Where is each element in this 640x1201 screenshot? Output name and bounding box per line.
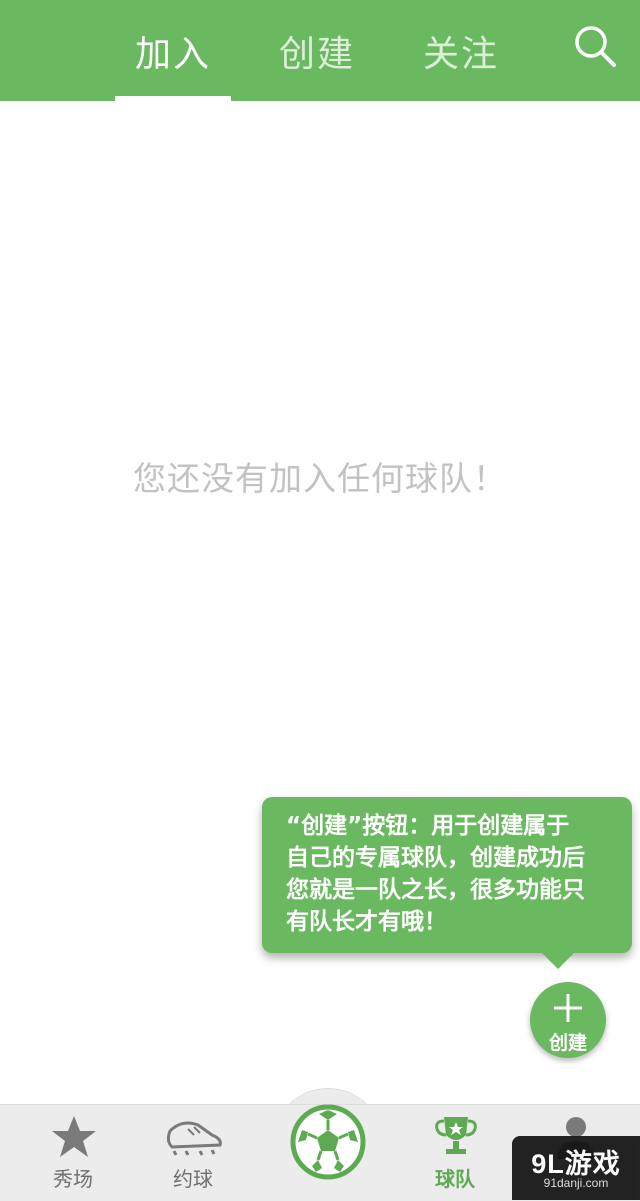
tooltip-line: “创建”按钮：用于创建属于 <box>286 813 570 839</box>
watermark-url: 91danji.com <box>543 1176 609 1190</box>
football-boot-icon <box>166 1121 222 1156</box>
tooltip-line: 您就是一队之长，很多功能只 <box>286 877 585 903</box>
watermark-logo: 9L游戏 91danji.com <box>512 1136 640 1200</box>
top-tab-bar: 加入 创建 关注 <box>0 0 640 101</box>
tooltip-pointer <box>542 953 574 969</box>
create-team-button[interactable]: 创建 <box>530 982 606 1058</box>
tooltip-line: 有队长才有哦！ <box>286 909 447 935</box>
star-icon <box>52 1116 96 1157</box>
plus-icon <box>554 994 582 1022</box>
trophy-icon <box>435 1117 477 1154</box>
tab-follow[interactable]: 关注 <box>403 0 519 101</box>
nav-item-show[interactable]: 秀场 <box>18 1105 128 1201</box>
search-icon <box>575 26 616 67</box>
nav-label-match: 约球 <box>173 1167 213 1191</box>
empty-team-message: 您还没有加入任何球队！ <box>133 459 507 498</box>
nav-label-team: 球队 <box>435 1167 475 1191</box>
active-tab-indicator <box>115 96 231 101</box>
tab-create[interactable]: 创建 <box>259 0 375 101</box>
nav-item-match[interactable]: 约球 <box>138 1105 248 1201</box>
tab-join[interactable]: 加入 <box>115 0 231 101</box>
tooltip-line: 自己的专属球队，创建成功后 <box>286 845 585 871</box>
create-button-label: 创建 <box>548 1032 587 1054</box>
search-button[interactable] <box>570 22 620 72</box>
nav-label-show: 秀场 <box>53 1167 93 1191</box>
nav-item-team[interactable]: 球队 <box>400 1105 510 1201</box>
create-button-tooltip: “创建”按钮：用于创建属于 自己的专属球队，创建成功后 您就是一队之长，很多功能… <box>262 797 632 969</box>
soccer-ball-icon[interactable] <box>290 1104 366 1180</box>
